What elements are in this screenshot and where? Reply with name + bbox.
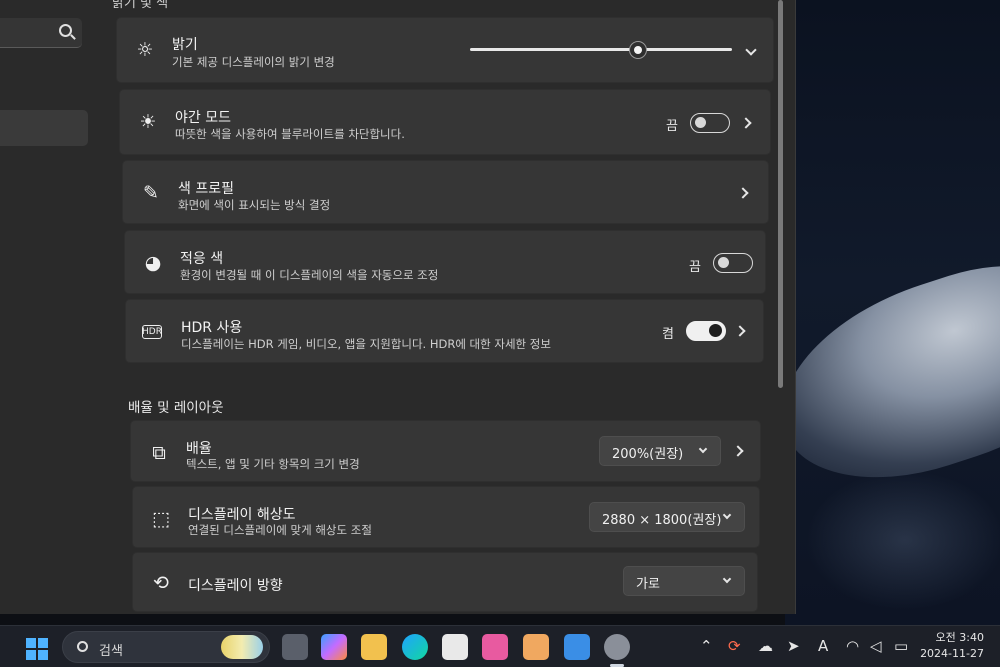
cloud-icon[interactable]: ☁: [758, 637, 773, 655]
hdr-toggle[interactable]: [686, 321, 726, 341]
brightness-title: 밝기: [172, 37, 198, 53]
scale-value: 200%(권장): [612, 447, 684, 462]
resolution-dropdown[interactable]: 2880 × 1800(권장): [589, 502, 745, 532]
sidebar: [0, 0, 100, 614]
orientation-card[interactable]: ⟲ 디스플레이 방향 가로: [132, 552, 758, 612]
scale-dropdown[interactable]: 200%(권장): [599, 436, 721, 466]
adaptive-color-title: 적응 색: [180, 251, 224, 267]
copilot-icon[interactable]: [321, 634, 347, 660]
chevron-right-icon[interactable]: [740, 117, 752, 129]
sync-icon[interactable]: ⟳: [728, 637, 741, 655]
edge-icon[interactable]: [402, 634, 428, 660]
task-view-icon[interactable]: [282, 634, 308, 660]
resolution-title: 디스플레이 해상도: [188, 507, 296, 523]
scrollbar[interactable]: [778, 0, 783, 388]
hdr-icon: HDR: [142, 325, 162, 339]
scale-title: 배율: [186, 441, 212, 457]
orientation-title: 디스플레이 방향: [188, 578, 283, 594]
clock-date: 2024-11-27: [920, 647, 984, 660]
search-icon: [77, 641, 88, 652]
chevron-down-icon: [698, 444, 708, 454]
location-icon[interactable]: ➤: [787, 637, 800, 655]
adaptive-color-state: 끔: [689, 260, 701, 275]
section-title-scale-layout: 배율 및 레이아웃: [128, 400, 224, 416]
brightness-subtitle: 기본 제공 디스플레이의 밝기 변경: [172, 55, 335, 69]
chevron-down-icon[interactable]: [745, 44, 757, 56]
input-method-icon[interactable]: A: [818, 637, 828, 655]
taskbar-search-label: 검색: [99, 644, 123, 659]
chevron-right-icon[interactable]: [737, 187, 749, 199]
color-profile-subtitle: 화면에 색이 표시되는 방식 결정: [178, 198, 331, 212]
taskbar-search[interactable]: 검색: [62, 631, 270, 663]
app-pink-icon[interactable]: [482, 634, 508, 660]
resolution-value: 2880 × 1800(권장): [602, 513, 722, 528]
resolution-subtitle: 연결된 디스플레이에 맞게 해상도 조절: [188, 523, 372, 537]
brightness-slider-thumb[interactable]: [628, 40, 647, 59]
color-picker-icon: ✎: [143, 182, 159, 204]
orientation-dropdown[interactable]: 가로: [623, 566, 745, 596]
night-light-title: 야간 모드: [175, 110, 231, 126]
search-icon[interactable]: [59, 24, 72, 37]
chevron-right-icon[interactable]: [734, 325, 746, 337]
battery-icon[interactable]: ▭: [894, 637, 908, 655]
chevron-down-icon: [722, 510, 732, 520]
wallpaper-glow: [805, 470, 1000, 610]
chevron-right-icon[interactable]: [732, 445, 744, 457]
hdr-subtitle: 디스플레이는 HDR 게임, 비디오, 앱을 지원합니다. HDR에 대한 자세…: [181, 337, 551, 351]
store-icon[interactable]: [442, 634, 468, 660]
start-button[interactable]: [26, 638, 48, 660]
hdr-title: HDR 사용: [181, 320, 243, 336]
resolution-icon: ⬚: [152, 508, 170, 530]
adaptive-color-toggle[interactable]: [713, 253, 753, 273]
orientation-icon: ⟲: [153, 572, 169, 594]
night-light-subtitle: 따뜻한 색을 사용하여 블루라이트를 차단합니다.: [175, 127, 405, 141]
sidebar-search-input[interactable]: [0, 18, 82, 48]
section-title-brightness-color: 밝기 및 색: [112, 0, 169, 11]
night-light-card[interactable]: ☀ 야간 모드 따뜻한 색을 사용하여 블루라이트를 차단합니다. 끔: [119, 89, 771, 155]
search-highlight-icon: [221, 635, 263, 659]
color-profile-title: 색 프로필: [178, 181, 234, 197]
brightness-slider[interactable]: [470, 40, 732, 59]
resolution-card[interactable]: ⬚ 디스플레이 해상도 연결된 디스플레이에 맞게 해상도 조절 2880 × …: [132, 486, 760, 548]
night-light-toggle[interactable]: [690, 113, 730, 133]
chevron-down-icon: [722, 574, 732, 584]
sidebar-item-selected[interactable]: [0, 110, 88, 146]
chevron-up-icon[interactable]: ⌃: [700, 637, 713, 655]
mail-icon[interactable]: [564, 634, 590, 660]
app-orange-icon[interactable]: [523, 634, 549, 660]
night-light-icon: ☀: [139, 111, 157, 133]
volume-mute-icon[interactable]: ◁: [870, 637, 882, 655]
night-light-state: 끔: [666, 119, 678, 134]
scale-card[interactable]: ⧉ 배율 텍스트, 앱 및 기타 항목의 크기 변경 200%(권장): [130, 420, 761, 482]
sun-icon: ☼: [136, 39, 154, 61]
wifi-icon[interactable]: ◠: [846, 637, 859, 655]
color-profile-card[interactable]: ✎ 색 프로필 화면에 색이 표시되는 방식 결정: [122, 160, 769, 224]
scale-subtitle: 텍스트, 앱 및 기타 항목의 크기 변경: [186, 457, 360, 471]
desktop-wallpaper: [785, 0, 1000, 625]
settings-gear-icon[interactable]: [604, 634, 630, 660]
hdr-card[interactable]: HDR HDR 사용 디스플레이는 HDR 게임, 비디오, 앱을 지원합니다.…: [125, 299, 764, 363]
palette-icon: ◕: [144, 252, 162, 274]
adaptive-color-subtitle: 환경이 변경될 때 이 디스플레이의 색을 자동으로 조정: [180, 268, 439, 282]
scale-icon: ⧉: [152, 442, 166, 464]
orientation-value: 가로: [636, 577, 660, 592]
hdr-state: 켬: [662, 327, 674, 342]
taskbar: 검색 ⌃ ⟳ ☁ ➤ A ◠ ◁ ▭ 오전 3:40 2024-11-27: [0, 625, 1000, 667]
adaptive-color-card[interactable]: ◕ 적응 색 환경이 변경될 때 이 디스플레이의 색을 자동으로 조정 끔: [124, 230, 766, 294]
clock[interactable]: 오전 3:40 2024-11-27: [920, 630, 984, 662]
file-explorer-icon[interactable]: [361, 634, 387, 660]
clock-time: 오전 3:40: [935, 631, 984, 644]
settings-window: 밝기 및 색 ☼ 밝기 기본 제공 디스플레이의 밝기 변경 ☀ 야간 모드 따…: [0, 0, 796, 614]
